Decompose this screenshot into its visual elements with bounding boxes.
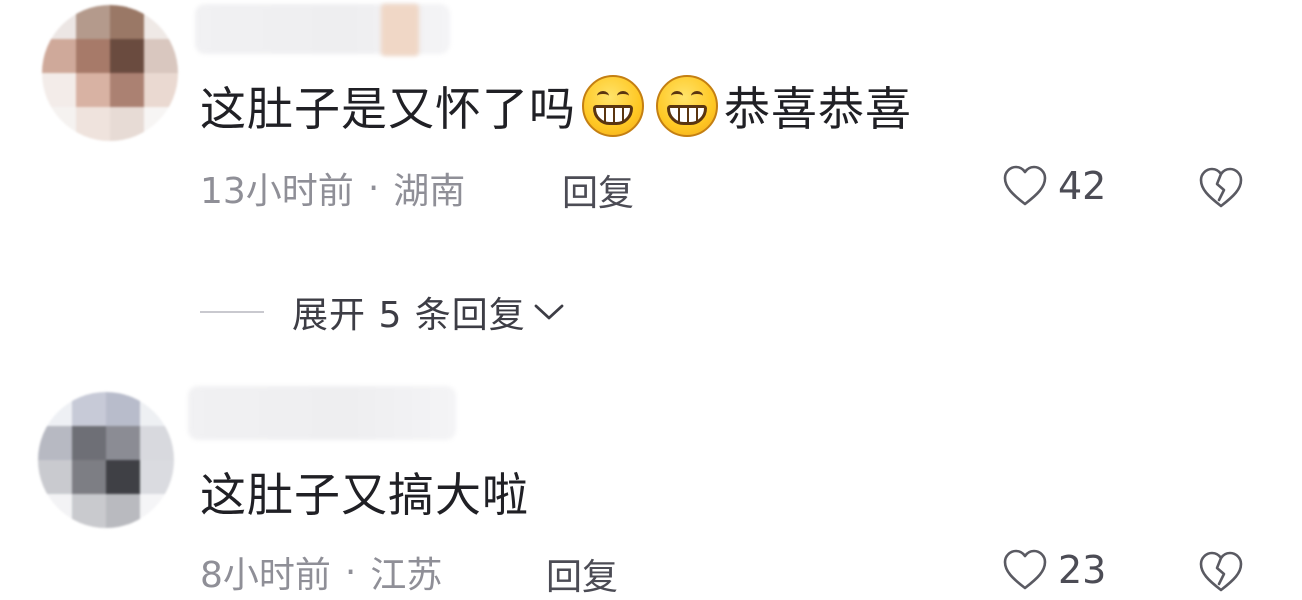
avatar-pixel [38,460,72,494]
comment-location: 江苏 [370,555,443,596]
meta-separator: · [344,551,357,593]
avatar-pixel [144,39,178,73]
grin-emoji-icon [582,75,644,137]
like-button[interactable]: 23 [1002,548,1106,592]
comment-item: 这肚子又搞大啦 8小时前 · 江苏 回复 23 [0,380,1302,598]
expand-divider [200,311,264,313]
avatar-pixel [140,494,174,528]
username-blurred[interactable] [188,386,456,440]
comment-time: 8小时前 [200,555,331,596]
avatar[interactable] [38,392,174,528]
avatar-pixel [38,426,72,460]
heart-icon [1003,165,1047,206]
avatar-pixel [144,107,178,141]
avatar-pixel [140,392,174,426]
avatar-pixel [144,73,178,107]
like-count: 42 [1058,164,1107,208]
expand-replies[interactable]: 展开 5 条回复 [200,286,566,338]
avatar-pixel [72,426,106,460]
username-badge-blurred [381,4,419,56]
reply-button[interactable]: 回复 [562,164,634,216]
heart-icon [1003,549,1047,590]
comment-time: 13小时前 [200,171,354,212]
avatar-pixel [72,392,106,426]
broken-heart-icon [1199,167,1243,208]
avatar[interactable] [42,5,178,141]
avatar-pixel [38,392,72,426]
comment-meta: 13小时前 · 湖南 [200,164,466,213]
avatar-pixel [42,39,76,73]
dislike-button[interactable] [1198,166,1244,214]
avatar-pixel [110,5,144,39]
comment-text: 这肚子又搞大啦 [200,464,529,522]
avatar-pixel [76,39,110,73]
avatar-pixel [42,5,76,39]
meta-separator: · [367,167,380,209]
comment-meta: 8小时前 · 江苏 [200,548,443,597]
avatar-pixel [72,460,106,494]
avatar-pixel [38,494,72,528]
avatar-pixel [106,460,140,494]
like-count: 23 [1058,548,1107,592]
like-button[interactable]: 42 [1002,164,1106,208]
avatar-pixel [42,73,76,107]
expand-replies-label[interactable]: 展开 5 条回复 [292,286,526,338]
chevron-down-icon [534,304,564,320]
avatar-pixel [76,107,110,141]
avatar-pixel [76,5,110,39]
comment-text-main: 这肚子又搞大啦 [200,468,529,522]
avatar-pixel [106,494,140,528]
reply-button[interactable]: 回复 [546,548,618,600]
comment-item: 这肚子是又怀了吗 恭喜恭喜 13小时前 · 湖南 回复 42 [0,0,1302,270]
avatar-pixel [76,73,110,107]
avatar-pixel [110,39,144,73]
broken-heart-icon [1199,551,1243,592]
comment-text-tail: 恭喜恭喜 [724,82,912,136]
avatar-pixel [144,5,178,39]
dislike-button[interactable] [1198,550,1244,598]
comment-text: 这肚子是又怀了吗 恭喜恭喜 [200,75,912,137]
grin-emoji-icon [656,75,718,137]
comment-text-main: 这肚子是又怀了吗 [200,82,576,136]
avatar-pixel [110,73,144,107]
avatar-pixel [140,460,174,494]
avatar-pixel [72,494,106,528]
avatar-pixel [140,426,174,460]
comment-location: 湖南 [393,171,466,212]
avatar-pixel [106,426,140,460]
avatar-pixel [110,107,144,141]
avatar-pixel [42,107,76,141]
avatar-pixel [106,392,140,426]
